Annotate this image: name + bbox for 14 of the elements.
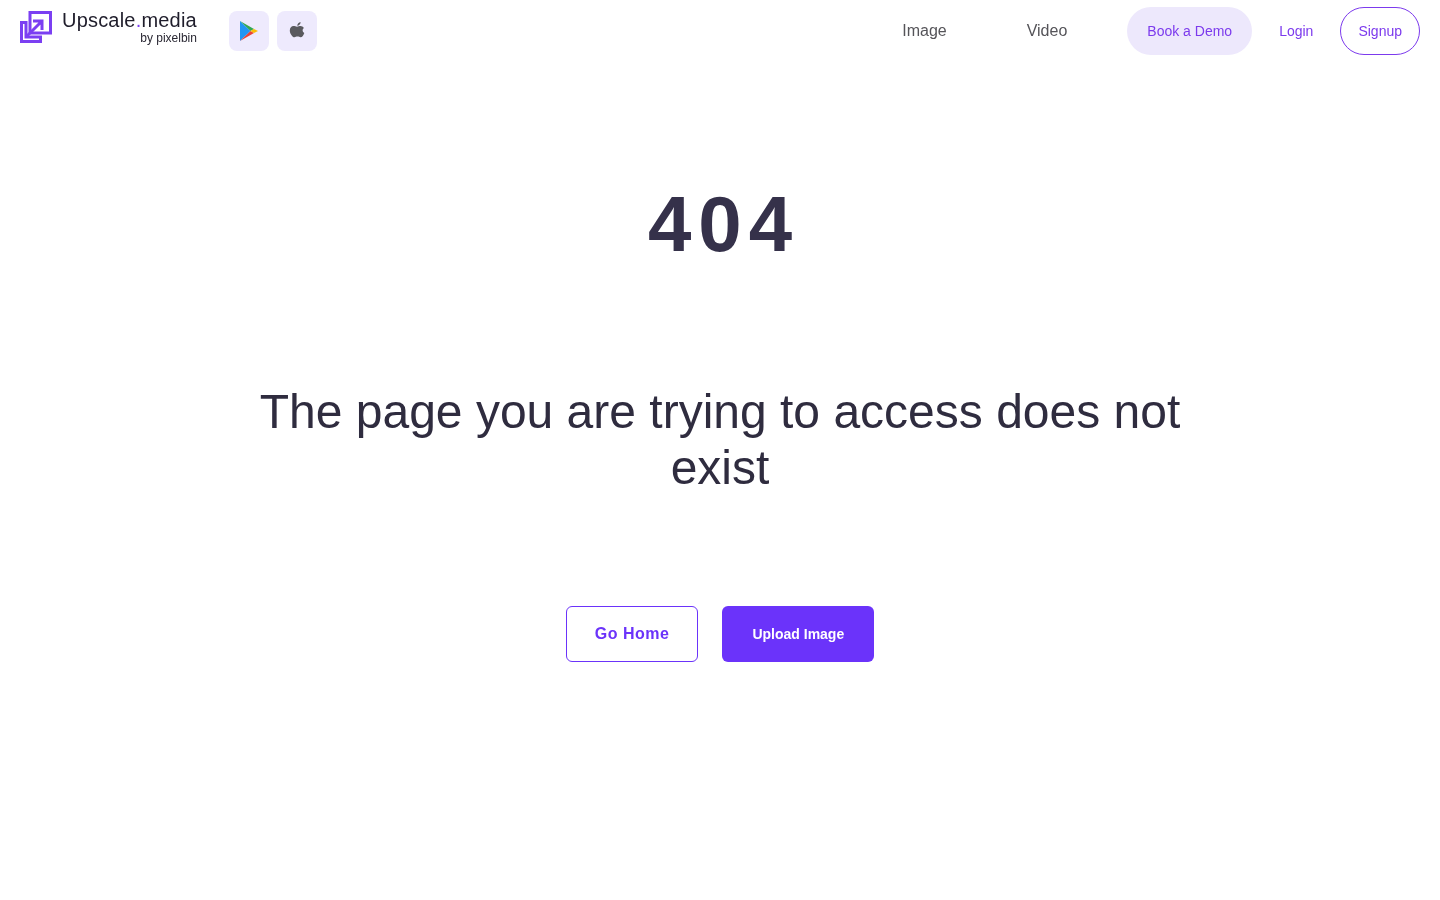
nav-link[interactable]: Video (1026, 19, 1068, 43)
error-message: The page you are trying to access does not exist (258, 384, 1182, 496)
logo-icon[interactable] (20, 11, 52, 43)
book-demo-button[interactable]: Book a Demo (1127, 7, 1253, 55)
go-home-button[interactable]: Go Home (565, 606, 699, 662)
play-store-icon (238, 20, 259, 42)
logo-wordmark[interactable]: Upscale.media (62, 10, 197, 30)
nav-link[interactable]: Image (902, 19, 947, 43)
play-store-icon-button[interactable] (228, 11, 269, 51)
apple-icon-button[interactable] (276, 11, 317, 51)
upload-image-button[interactable]: Upload Image (722, 606, 875, 662)
login-link[interactable]: Login (1252, 7, 1341, 55)
logo-byline: by pixelbin (140, 32, 197, 44)
error-code: 404 (646, 185, 800, 263)
